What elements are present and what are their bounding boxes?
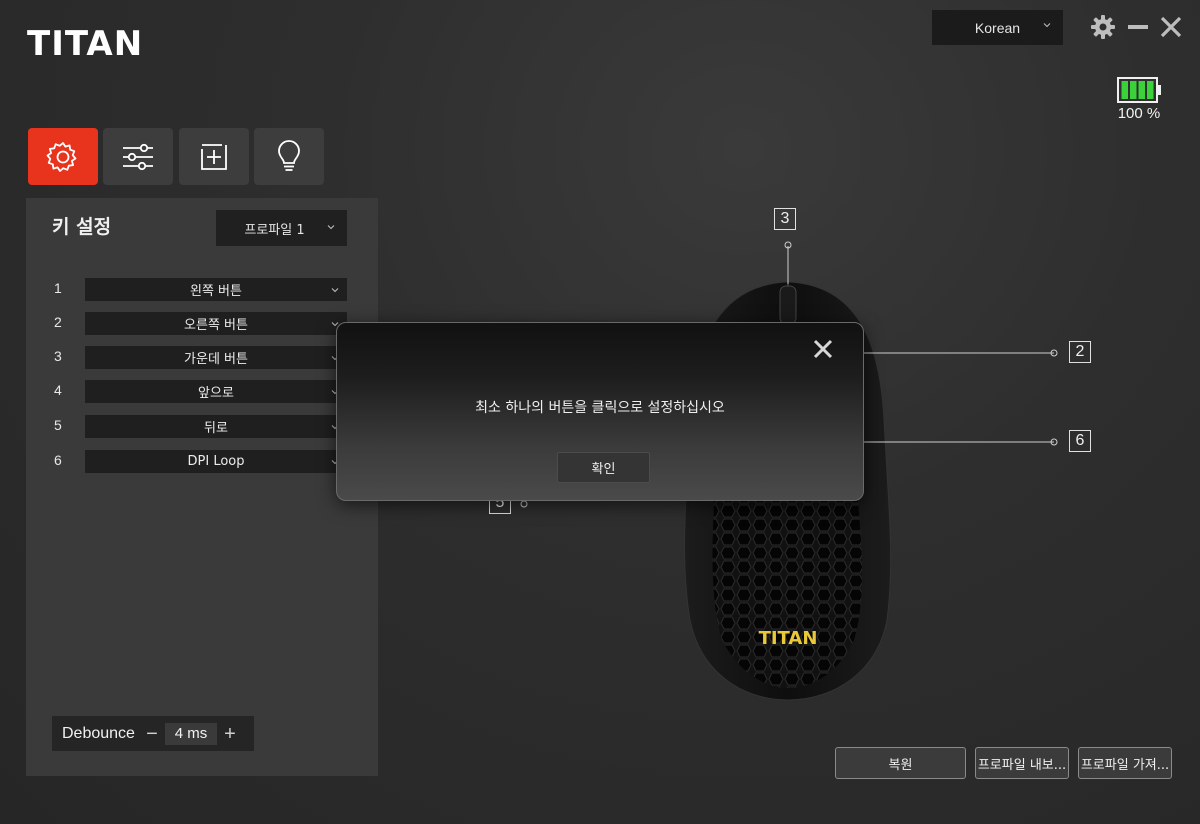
tab-key-settings[interactable] bbox=[28, 128, 98, 185]
chevron-down-icon bbox=[331, 288, 339, 293]
mouse-callout-2[interactable]: 2 bbox=[1069, 341, 1091, 363]
key-row: 4 앞으로 bbox=[26, 380, 378, 404]
key-number: 1 bbox=[54, 280, 62, 296]
gear-icon bbox=[46, 141, 77, 172]
key-number: 2 bbox=[54, 314, 62, 330]
mouse-callout-6[interactable]: 6 bbox=[1069, 430, 1091, 452]
key-row: 3 가운데 버튼 bbox=[26, 346, 378, 370]
dialog-message: 최소 하나의 버튼을 클릭으로 설정하십시오 bbox=[475, 400, 725, 416]
key-assignment-value: 왼쪽 버튼 bbox=[190, 284, 242, 299]
mouse-callout-3[interactable]: 3 bbox=[774, 208, 796, 230]
import-profile-button[interactable]: 프로파일 가져... bbox=[1078, 747, 1172, 779]
close-icon[interactable] bbox=[813, 339, 833, 359]
lightbulb-icon bbox=[278, 139, 300, 171]
tab-performance[interactable] bbox=[103, 128, 173, 185]
chevron-down-icon bbox=[327, 225, 335, 230]
language-select-value: Korean bbox=[974, 19, 1021, 36]
key-assignment-select[interactable]: 왼쪽 버튼 bbox=[85, 278, 347, 301]
key-number: 5 bbox=[54, 417, 62, 433]
key-assignment-select[interactable]: 오른쪽 버튼 bbox=[85, 312, 347, 335]
key-row: 6 DPI Loop bbox=[26, 450, 378, 474]
settings-gear-icon[interactable] bbox=[1090, 14, 1116, 40]
debounce-control: Debounce − 4 ms + bbox=[52, 716, 254, 751]
key-assignment-select[interactable]: DPI Loop bbox=[85, 450, 347, 473]
panel-title: 키 설정 bbox=[52, 216, 112, 238]
battery-percentage: 100 % bbox=[1117, 105, 1161, 122]
key-assignment-value: 가운데 버튼 bbox=[184, 352, 248, 367]
key-assignment-select[interactable]: 뒤로 bbox=[85, 415, 347, 438]
dialog-ok-button[interactable]: 확인 bbox=[557, 452, 650, 483]
tab-lighting[interactable] bbox=[254, 128, 324, 185]
debounce-label: Debounce bbox=[62, 724, 135, 742]
key-row: 5 뒤로 bbox=[26, 415, 378, 439]
minimize-icon[interactable] bbox=[1127, 14, 1149, 40]
key-assignment-value: 뒤로 bbox=[204, 421, 228, 436]
mouse-logo: TITAN bbox=[759, 628, 818, 649]
battery-icon bbox=[1117, 77, 1161, 103]
key-row: 2 오른쪽 버튼 bbox=[26, 312, 378, 336]
macro-plus-icon bbox=[201, 143, 227, 170]
key-assignment-value: 오른쪽 버튼 bbox=[184, 318, 248, 333]
export-profile-button[interactable]: 프로파일 내보... bbox=[975, 747, 1069, 779]
close-window-icon[interactable] bbox=[1160, 14, 1182, 40]
key-number: 4 bbox=[54, 382, 62, 398]
profile-select[interactable]: 프로파일 1 bbox=[216, 210, 347, 246]
key-settings-panel: 키 설정 프로파일 1 1 왼쪽 버튼 2 오른쪽 버튼 3 가운데 버튼 4 … bbox=[26, 198, 378, 776]
sliders-icon bbox=[123, 143, 153, 170]
debounce-decrease-button[interactable]: − bbox=[143, 724, 161, 744]
brand-logo: TITAN bbox=[27, 24, 144, 64]
language-select[interactable]: Korean bbox=[932, 10, 1063, 45]
profile-select-value: 프로파일 1 bbox=[244, 222, 305, 238]
key-assignment-value: DPI Loop bbox=[187, 454, 245, 469]
chevron-down-icon bbox=[1043, 23, 1051, 28]
restore-button[interactable]: 복원 bbox=[835, 747, 966, 779]
debounce-value: 4 ms bbox=[164, 722, 217, 745]
debounce-increase-button[interactable]: + bbox=[221, 724, 239, 744]
alert-dialog: 최소 하나의 버튼을 클릭으로 설정하십시오 확인 bbox=[336, 322, 864, 501]
key-number: 3 bbox=[54, 348, 62, 364]
key-assignment-value: 앞으로 bbox=[198, 386, 234, 401]
key-assignment-select[interactable]: 앞으로 bbox=[85, 380, 347, 403]
key-row: 1 왼쪽 버튼 bbox=[26, 278, 378, 302]
tab-macro[interactable] bbox=[179, 128, 249, 185]
key-number: 6 bbox=[54, 452, 62, 468]
key-assignment-select[interactable]: 가운데 버튼 bbox=[85, 346, 347, 369]
